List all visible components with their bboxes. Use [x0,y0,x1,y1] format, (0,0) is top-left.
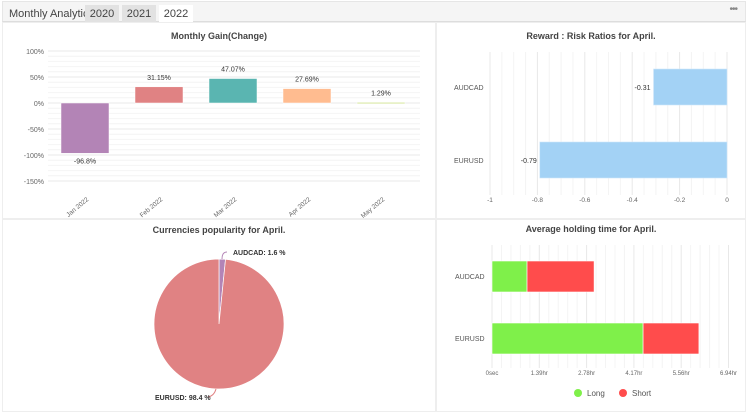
bar-apr-2022 [282,88,332,104]
y-tick-label: -50% [28,127,44,134]
x-tick-label: 2.78hr [578,371,595,377]
x-tick-label: Jan 2022 [65,196,90,219]
bar-mar-2022 [208,78,258,104]
x-tick-label: 6.94hr [720,371,737,377]
data-label: 31.15% [147,75,171,82]
legend-short-label: Short [632,389,652,398]
legend-long-label: Long [587,389,605,398]
pie-slice-eurusd [153,258,285,390]
x-tick-label: 0sec [486,371,499,377]
bar-jan-2022 [60,102,110,154]
x-tick-label: -1 [487,197,493,204]
data-label: 27.69% [295,77,319,84]
bar-feb-2022 [134,86,184,104]
x-tick-label: Feb 2022 [139,196,165,219]
bar-eurusd-long [491,322,644,355]
x-tick-label: 0 [725,197,729,204]
x-tick-label: Apr 2022 [288,196,313,219]
data-label: 47.07% [221,67,245,74]
legend-short-marker [619,389,627,397]
chart-title: Monthly Gain(Change) [171,31,267,41]
y-tick-label: 0% [34,101,44,108]
category-label: EURUSD [455,336,485,343]
data-label: -0.31 [635,85,651,92]
bar-audcad-short [526,260,595,293]
y-tick-label: -150% [24,179,44,186]
y-tick-label: 50% [30,75,44,82]
y-tick-label: -100% [24,153,44,160]
category-label: AUDCAD [455,274,485,281]
y-tick-label: 100% [26,49,44,56]
x-tick-label: -0.6 [579,197,591,204]
x-tick-label: 5.56hr [673,371,690,377]
bar-eurusd [539,141,728,179]
x-tick-label: -0.4 [627,197,639,204]
data-label: -96.8% [74,158,96,165]
x-tick-label: 4.17hr [625,371,642,377]
bar-may-2022 [356,102,406,105]
leader-line [221,251,228,260]
legend-long-marker [574,389,582,397]
pie-label: AUDCAD: 1.6 % [233,250,286,257]
category-label: AUDCAD [454,85,484,92]
category-label: EURUSD [454,158,484,165]
chart-title: Currencies popularity for April. [153,225,286,235]
x-tick-label: -0.2 [674,197,686,204]
bar-eurusd-short [642,322,700,355]
x-tick-label: Mar 2022 [213,196,239,219]
bar-audcad [653,68,728,106]
bar-audcad-long [491,260,528,293]
x-tick-label: May 2022 [360,196,387,220]
chart-title: Reward : Risk Ratios for April. [526,31,655,41]
pie-label: EURUSD: 98.4 % [155,395,211,402]
chart-title: Average holding time for April. [526,224,657,234]
charts-canvas: Monthly Gain(Change) 100% 50% 0% -50% -100% -1… [24,31,737,402]
x-tick-label: -0.8 [532,197,544,204]
x-tick-label: 1.39hr [531,371,548,377]
data-label: 1.29% [371,90,391,97]
data-label: -0.79 [521,158,537,165]
